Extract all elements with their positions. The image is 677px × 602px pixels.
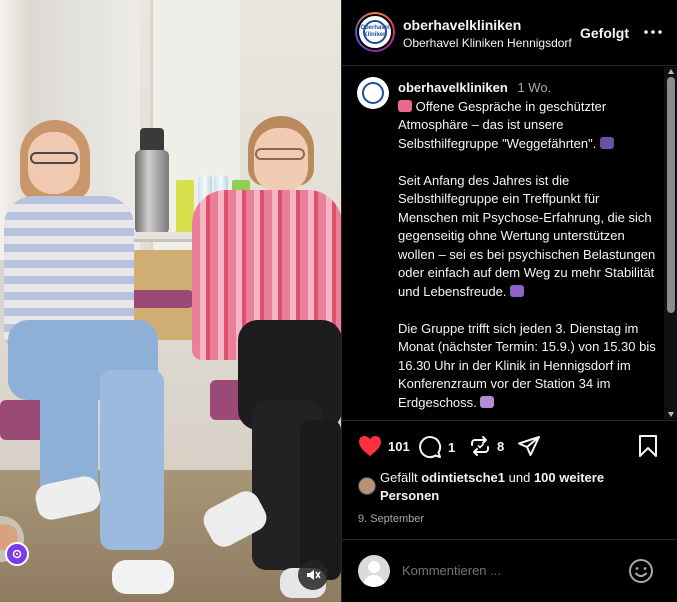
heart-icon — [359, 436, 381, 456]
following-button[interactable]: Gefolgt — [580, 25, 629, 41]
bookmark-icon — [639, 435, 657, 457]
header-location[interactable]: Oberhavel Kliniken Hennigsdorf — [403, 36, 572, 50]
caption-paragraph-1: Offene Gespräche in geschützter Atmosphä… — [398, 98, 607, 151]
share-icon — [518, 436, 540, 456]
likes-and: und — [508, 470, 531, 485]
profile-avatar[interactable]: Oberhavel Kliniken — [355, 12, 395, 52]
caption-username[interactable]: oberhavelkliniken — [398, 80, 508, 95]
likes-count[interactable]: 101 — [388, 439, 410, 454]
person-left-shoe — [112, 560, 174, 594]
current-user-avatar — [358, 555, 390, 587]
more-icon — [644, 30, 662, 34]
caption-avatar[interactable] — [357, 77, 389, 109]
post-panel: Oberhavel Kliniken oberhavelkliniken Obe… — [341, 0, 677, 602]
scroll-thumb[interactable] — [667, 77, 675, 313]
heart-ribbon-icon — [398, 99, 412, 112]
mute-button[interactable] — [298, 560, 328, 590]
repost-button[interactable]: 8 — [469, 435, 504, 457]
comment-input[interactable] — [402, 563, 612, 578]
caption: oberhavelkliniken 1 Wo. Offene Gespräche… — [398, 79, 660, 419]
scroll-up-arrow[interactable] — [668, 69, 674, 74]
caption-scrollbar[interactable] — [664, 67, 677, 419]
post-media[interactable] — [0, 0, 341, 602]
liker-username[interactable]: odintietsche1 — [421, 470, 505, 485]
logo-text: Oberhavel Kliniken — [360, 25, 390, 38]
footprints-icon — [599, 136, 614, 149]
caption-time[interactable]: 1 Wo. — [517, 80, 551, 95]
comment-button[interactable]: 1 — [418, 435, 455, 459]
repost-icon — [471, 436, 489, 456]
caption-paragraph-2: Seit Anfang des Jahres ist die Selbsthil… — [398, 172, 656, 299]
logo — [362, 82, 384, 104]
person-right-glasses — [255, 148, 305, 160]
person-left-glasses — [30, 152, 78, 164]
post-date[interactable]: 9. September — [358, 513, 424, 525]
comments-count[interactable]: 1 — [448, 440, 455, 455]
calendar-icon — [480, 395, 495, 408]
caption-paragraph-3: Die Gruppe trifft sich jeden 3. Dienstag… — [398, 320, 656, 410]
chair-seat — [128, 290, 194, 308]
like-button[interactable]: 101 — [358, 435, 410, 457]
comment-icon — [419, 436, 442, 459]
thermos — [135, 150, 169, 234]
header-username[interactable]: oberhavelkliniken — [403, 17, 521, 33]
person-right-pants — [300, 420, 341, 580]
share-button[interactable] — [517, 435, 541, 457]
save-button[interactable] — [638, 435, 658, 457]
more-options-button[interactable] — [640, 20, 666, 44]
caption-scroll-area[interactable]: oberhavelkliniken 1 Wo. Offene Gespräche… — [342, 67, 664, 419]
reposts-count[interactable]: 8 — [497, 439, 504, 454]
logo: Oberhavel Kliniken — [360, 20, 390, 44]
person-right-face — [254, 128, 308, 192]
likes-summary: Gefällt odintietsche1 und 100 weitere Pe… — [380, 469, 660, 505]
liker-avatar[interactable] — [358, 477, 376, 495]
mute-icon — [307, 570, 321, 580]
reel-badge-icon[interactable] — [5, 542, 29, 566]
scroll-down-arrow[interactable] — [668, 412, 674, 417]
emoji-icon[interactable] — [628, 558, 654, 584]
comment-bar — [342, 539, 677, 602]
action-bar: 101 1 8 — [342, 420, 677, 476]
person-left-jeans — [100, 370, 164, 550]
crystal-icon — [510, 284, 525, 297]
likes-prefix: Gefällt — [380, 470, 418, 485]
post-header: Oberhavel Kliniken oberhavelkliniken Obe… — [342, 0, 677, 66]
